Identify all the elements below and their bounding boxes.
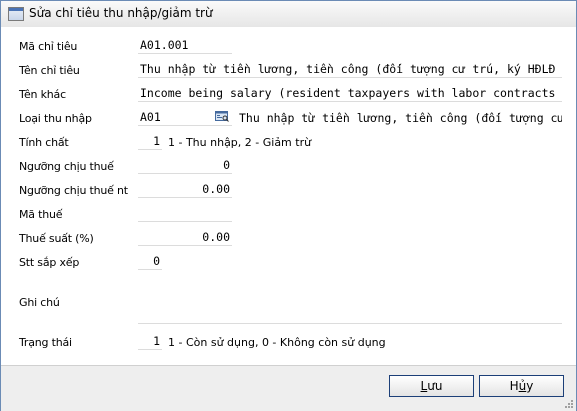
label-ten-chi-tieu: Tên chỉ tiêu <box>19 64 80 77</box>
label-ten-khac: Tên khác <box>19 88 66 101</box>
ten-chi-tieu-field[interactable]: Thu nhập từ tiền lương, tiền công (đối t… <box>138 62 562 78</box>
edit-income-item-dialog: Sửa chỉ tiêu thu nhập/giảm trừ Mã chỉ ti… <box>0 0 577 411</box>
nguong-chiu-thue-nt-field[interactable]: 0.00 <box>138 182 232 198</box>
label-ghi-chu: Ghi chú <box>19 296 60 309</box>
ten-khac-field[interactable]: Income being salary (resident taxpayers … <box>138 86 562 102</box>
lookup-icon[interactable] <box>215 110 229 122</box>
label-nguong-chiu-thue: Ngưỡng chịu thuế <box>19 160 114 173</box>
thue-suat-field[interactable]: 0.00 <box>138 230 232 246</box>
cancel-label-prefix: H <box>509 379 519 393</box>
label-ma-thue: Mã thuế <box>19 208 63 221</box>
cancel-label-rest: y <box>526 379 534 393</box>
label-ma-chi-tieu: Mã chỉ tiêu <box>19 40 78 53</box>
window-icon <box>8 7 24 21</box>
label-thue-suat: Thuế suất (%) <box>19 232 94 245</box>
form-area: Mã chỉ tiêu A01.001 Tên chỉ tiêu Thu nhậ… <box>1 27 576 365</box>
title-bar: Sửa chỉ tiêu thu nhập/giảm trừ <box>1 1 576 28</box>
ma-chi-tieu-field[interactable]: A01.001 <box>138 38 232 54</box>
label-nguong-chiu-thue-nt: Ngưỡng chịu thuế nt <box>19 184 128 197</box>
label-stt-sap-xep: Stt sắp xếp <box>19 256 80 269</box>
save-button[interactable]: Lưu <box>389 375 474 397</box>
stt-sap-xep-field[interactable]: 0 <box>138 254 162 270</box>
trang-thai-hint: 1 - Còn sử dụng, 0 - Không còn sử dụng <box>168 336 386 349</box>
ghi-chu-field[interactable] <box>138 278 562 324</box>
nguong-chiu-thue-field[interactable]: 0 <box>138 158 232 174</box>
label-trang-thai: Trạng thái <box>19 336 72 349</box>
cancel-button[interactable]: Hủy <box>479 375 564 397</box>
button-bar: Lưu Hủy <box>1 365 576 411</box>
window-title: Sửa chỉ tiêu thu nhập/giảm trừ <box>29 6 213 20</box>
ma-thue-field[interactable] <box>138 206 232 222</box>
tinh-chat-field[interactable]: 1 <box>138 134 162 150</box>
label-tinh-chat: Tính chất <box>19 136 69 149</box>
label-loai-thu-nhap: Loại thu nhập <box>19 112 92 125</box>
resize-grip-icon[interactable] <box>564 399 574 409</box>
trang-thai-field[interactable]: 1 <box>138 334 162 350</box>
loai-thu-nhap-description: Thu nhập từ tiền lương, tiền công (đối t… <box>239 111 562 125</box>
save-label-rest: ưu <box>427 379 443 393</box>
tinh-chat-hint: 1 - Thu nhập, 2 - Giảm trừ <box>168 136 312 149</box>
